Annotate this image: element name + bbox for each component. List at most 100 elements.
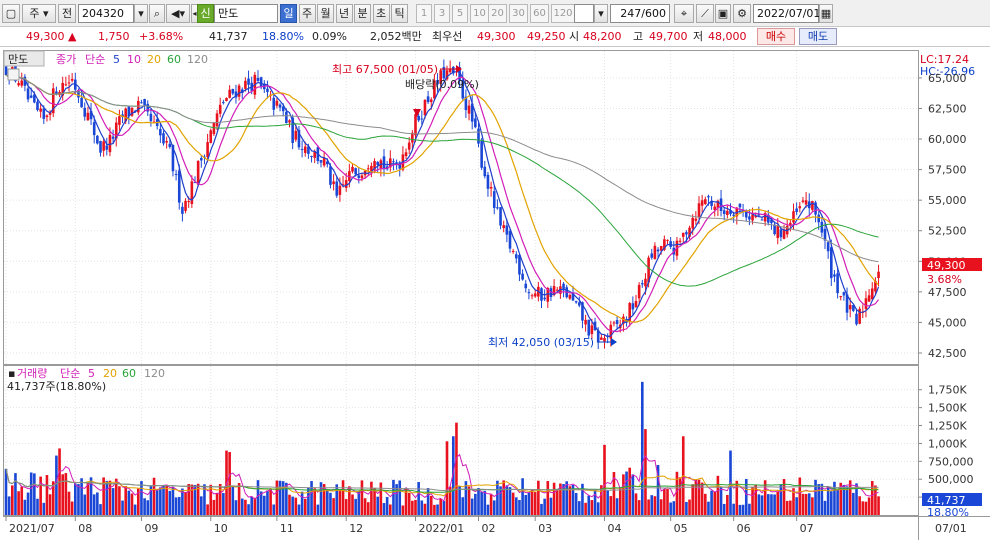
volume-bar bbox=[461, 497, 465, 515]
interval-tab-30[interactable]: 30 bbox=[509, 4, 528, 23]
candle-body bbox=[681, 232, 685, 237]
volume-bar bbox=[515, 497, 518, 515]
volume-bar bbox=[663, 489, 666, 515]
candle-body bbox=[332, 181, 335, 185]
period-select[interactable]: 주 ▾ bbox=[22, 4, 56, 23]
volume-bar bbox=[326, 489, 329, 515]
volume-bar bbox=[442, 500, 446, 515]
period-tab-2[interactable]: 월 bbox=[317, 4, 334, 23]
price-tick-label: 52,500 bbox=[928, 225, 967, 238]
period-select-value: 주 bbox=[29, 7, 40, 20]
volume-bar bbox=[376, 496, 379, 515]
price-tick-label: 45,000 bbox=[928, 316, 967, 329]
candle-body bbox=[707, 196, 710, 198]
interval-input[interactable] bbox=[574, 4, 594, 23]
candle-body bbox=[335, 181, 339, 196]
volume-bar bbox=[420, 500, 424, 515]
candle-body bbox=[631, 303, 635, 310]
volume-bar bbox=[423, 503, 427, 515]
volume-bar bbox=[250, 496, 253, 515]
low-annotation: 최저 42,050 (03/15) bbox=[488, 336, 594, 349]
interval-tab-120[interactable]: 120 bbox=[551, 4, 575, 23]
volume-bar bbox=[722, 503, 726, 515]
period-tab-3[interactable]: 년 bbox=[335, 4, 353, 23]
candle-body bbox=[162, 133, 165, 144]
candle-body bbox=[67, 82, 71, 84]
candle-body bbox=[17, 83, 20, 86]
volume-bar bbox=[779, 484, 783, 515]
volume-bar bbox=[291, 496, 294, 515]
volume-bar bbox=[206, 504, 209, 515]
volume-bar bbox=[313, 488, 316, 515]
candle-body bbox=[376, 161, 379, 166]
interval-tab-20[interactable]: 20 bbox=[488, 4, 507, 23]
ma-period-60: 60 bbox=[167, 53, 181, 66]
candle-body bbox=[511, 250, 515, 252]
high-price: 49,700 bbox=[649, 30, 688, 43]
volume-bar bbox=[165, 484, 168, 515]
volume-bar bbox=[36, 498, 39, 515]
interval-tab-1[interactable]: 1 bbox=[416, 4, 432, 23]
volume-bar bbox=[470, 498, 474, 515]
volume-bar bbox=[678, 477, 682, 515]
search-icon[interactable]: ⌕ bbox=[149, 4, 165, 23]
sell-button[interactable]: 매도 bbox=[799, 28, 837, 45]
volume-bar bbox=[433, 504, 436, 515]
gear-icon[interactable]: ⚙ bbox=[733, 4, 751, 23]
candle-body bbox=[518, 254, 521, 275]
code-dropdown-icon[interactable]: ▾ bbox=[134, 4, 148, 23]
volume-bar bbox=[253, 497, 257, 515]
crosshair-icon[interactable]: ⌖ bbox=[674, 4, 694, 23]
interval-tab-10[interactable]: 10 bbox=[470, 4, 489, 23]
volume-bar bbox=[848, 480, 852, 515]
x-axis-label: 09 bbox=[144, 522, 158, 535]
window-menu-icon[interactable]: ▢ bbox=[2, 4, 20, 23]
candle-body bbox=[181, 206, 184, 214]
candle-body bbox=[42, 108, 46, 119]
volume-bar bbox=[11, 485, 14, 515]
stock-chart[interactable]: 만도 종가 단순 5 10 20 60 120 LC:17.24 HC:-26.… bbox=[0, 47, 990, 540]
volume-ma-20: 20 bbox=[103, 367, 117, 380]
stock-name-field[interactable]: 만도 bbox=[214, 4, 278, 23]
volume-bar bbox=[316, 504, 320, 515]
candle-body bbox=[855, 313, 858, 325]
panel-settings-icon[interactable] bbox=[7, 68, 20, 81]
period-tab-0[interactable]: 일 bbox=[280, 4, 297, 23]
volume-settings-icon[interactable]: ▪ bbox=[8, 367, 15, 380]
save-icon[interactable]: ▣ bbox=[715, 4, 731, 23]
interval-tab-60[interactable]: 60 bbox=[530, 4, 549, 23]
volume-value: 41,737 bbox=[209, 30, 248, 43]
buy-button[interactable]: 매수 bbox=[757, 28, 795, 45]
open-label: 시 bbox=[569, 30, 580, 43]
drawing-tool-icon[interactable]: ⟋ bbox=[696, 4, 714, 23]
calendar-icon[interactable]: ▦ bbox=[819, 4, 833, 23]
speaker-icon[interactable]: ◀▾ bbox=[166, 4, 190, 23]
prev-button[interactable]: 전 bbox=[58, 4, 76, 23]
interval-tab-5[interactable]: 5 bbox=[452, 4, 468, 23]
volume-bar bbox=[401, 505, 405, 515]
interval-dropdown-icon[interactable]: ▾ bbox=[594, 4, 608, 23]
ma-type-label: 단순 bbox=[85, 53, 105, 66]
period-tab-4[interactable]: 분 bbox=[354, 4, 371, 23]
candle-body bbox=[467, 105, 471, 114]
period-tab-1[interactable]: 주 bbox=[298, 4, 316, 23]
interval-tab-3[interactable]: 3 bbox=[434, 4, 450, 23]
candle-body bbox=[159, 128, 162, 136]
volume-bar bbox=[650, 495, 654, 515]
date-input[interactable]: 2022/07/01 bbox=[753, 4, 820, 23]
volume-bar bbox=[20, 486, 24, 515]
candle-body bbox=[285, 111, 288, 124]
candle-body bbox=[36, 101, 39, 111]
x-axis-label: 10 bbox=[214, 522, 228, 535]
period-tab-6[interactable]: 틱 bbox=[391, 4, 408, 23]
candle-body bbox=[804, 200, 808, 205]
volume-bar bbox=[234, 500, 238, 515]
volume-bar bbox=[67, 491, 71, 515]
candle-body bbox=[256, 77, 260, 81]
period-tab-5[interactable]: 초 bbox=[372, 4, 390, 23]
volume-bar bbox=[366, 502, 370, 515]
stock-code-input[interactable]: 204320 bbox=[78, 4, 134, 23]
volume-bar bbox=[357, 490, 361, 515]
volume-bar bbox=[127, 490, 131, 515]
volume-bar bbox=[562, 484, 565, 515]
